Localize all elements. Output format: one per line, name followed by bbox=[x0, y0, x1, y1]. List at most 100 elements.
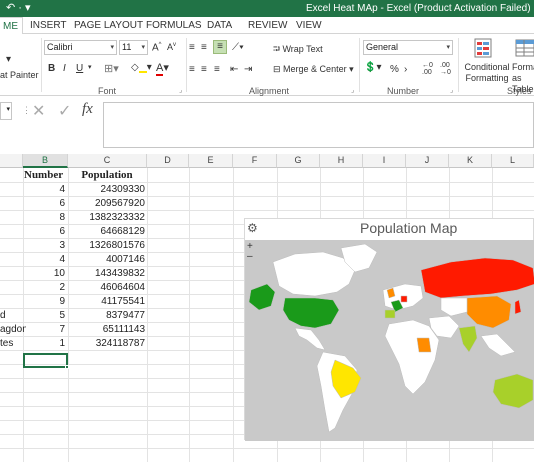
cell-population[interactable]: 64668129 bbox=[69, 225, 146, 238]
font-name-select[interactable]: Calibri ▾ bbox=[44, 40, 117, 55]
cell-number[interactable]: 1 bbox=[24, 337, 65, 350]
tab-data[interactable]: DATA bbox=[207, 20, 232, 31]
gear-icon[interactable]: ⚙ bbox=[247, 221, 258, 235]
shrink-font-icon[interactable]: Av bbox=[167, 42, 176, 52]
increase-decimal-icon[interactable]: ←0.00 bbox=[422, 62, 433, 76]
orientation-icon[interactable]: ⟋▾ bbox=[232, 42, 244, 53]
cell-country[interactable]: agdom bbox=[0, 323, 26, 336]
cell-country[interactable] bbox=[0, 253, 23, 266]
column-header-f[interactable]: F bbox=[233, 154, 277, 168]
font-color-icon[interactable]: A▾ bbox=[156, 61, 169, 76]
cell-country[interactable]: tes bbox=[0, 337, 23, 350]
cell-number[interactable]: 10 bbox=[24, 267, 65, 280]
align-center-icon[interactable]: ≡ bbox=[201, 64, 207, 75]
cell-number[interactable]: 9 bbox=[24, 295, 65, 308]
cell-country[interactable] bbox=[0, 239, 23, 252]
column-header-g[interactable]: G bbox=[277, 154, 320, 168]
cell-population[interactable]: 1382323332 bbox=[69, 211, 145, 224]
number-format-select[interactable]: General ▾ bbox=[363, 40, 453, 55]
cell-population[interactable]: 143439832 bbox=[69, 267, 145, 280]
merge-center-button[interactable]: ⊟ Merge & Center ▾ bbox=[273, 64, 354, 75]
increase-indent-icon[interactable]: ⇥ bbox=[244, 64, 252, 75]
cell-header-population[interactable]: Population bbox=[69, 169, 145, 182]
cell-number[interactable]: 2 bbox=[24, 281, 65, 294]
cell-country[interactable] bbox=[0, 183, 23, 196]
column-header-k[interactable]: K bbox=[449, 154, 492, 168]
tab-home[interactable]: ME bbox=[0, 17, 23, 35]
conditional-formatting-icon[interactable] bbox=[470, 38, 496, 58]
cell-country[interactable] bbox=[0, 225, 23, 238]
column-header-a[interactable] bbox=[0, 154, 23, 168]
world-map[interactable] bbox=[245, 240, 534, 441]
cell-country[interactable] bbox=[0, 281, 23, 294]
column-header-l[interactable]: L bbox=[492, 154, 534, 168]
cell-population[interactable]: 8379477 bbox=[69, 309, 145, 322]
zoom-out-button[interactable]: – bbox=[247, 251, 253, 262]
formula-input[interactable] bbox=[103, 102, 534, 148]
paste-arrow-icon[interactable]: ▾ bbox=[6, 54, 11, 65]
dialog-launcher-icon[interactable]: ⌟ bbox=[351, 86, 354, 94]
cell-number[interactable]: 4 bbox=[24, 183, 65, 196]
tab-page-layout[interactable]: PAGE LAYOUT bbox=[74, 20, 143, 31]
font-size-select[interactable]: 11 ▾ bbox=[119, 40, 148, 55]
currency-icon[interactable]: 💲▾ bbox=[364, 62, 381, 73]
cell-country[interactable] bbox=[0, 267, 23, 280]
cell-number[interactable]: 6 bbox=[24, 197, 65, 210]
insert-function-icon[interactable]: fx bbox=[82, 101, 93, 118]
column-header-c[interactable]: C bbox=[68, 154, 147, 168]
wrap-text-button[interactable]: ⮒ Wrap Text bbox=[273, 42, 323, 58]
cell-number[interactable]: 4 bbox=[24, 253, 65, 266]
cell-population[interactable]: 324118787 bbox=[69, 337, 145, 350]
tab-formulas[interactable]: FORMULAS bbox=[146, 20, 202, 31]
italic-button[interactable]: I bbox=[63, 63, 66, 74]
cell-population[interactable]: 46064604 bbox=[69, 281, 146, 294]
comma-style-button[interactable]: › bbox=[404, 64, 407, 75]
align-bottom-icon[interactable]: ≡ bbox=[213, 40, 227, 54]
cell-population[interactable]: 24309330 bbox=[69, 183, 146, 196]
cell-number[interactable]: 6 bbox=[24, 225, 65, 238]
decrease-decimal-icon[interactable]: .00 →0 bbox=[440, 62, 451, 76]
format-as-table-icon[interactable] bbox=[514, 38, 534, 58]
format-painter-button[interactable]: at Painter bbox=[0, 70, 39, 80]
enter-icon[interactable]: ✓ bbox=[58, 101, 71, 121]
cell-population[interactable]: 1326801576 bbox=[69, 239, 145, 252]
cell-header-number[interactable]: Number bbox=[24, 169, 68, 182]
dialog-launcher-icon[interactable]: ⌟ bbox=[179, 86, 182, 94]
cell-country[interactable] bbox=[0, 211, 23, 224]
percent-button[interactable]: % bbox=[390, 64, 399, 75]
fill-handle[interactable] bbox=[65, 365, 69, 369]
column-header-j[interactable]: J bbox=[406, 154, 449, 168]
cell-number[interactable]: 3 bbox=[24, 239, 65, 252]
cell-population[interactable]: 209567920 bbox=[69, 197, 145, 210]
cell-country[interactable]: d bbox=[0, 309, 23, 322]
conditional-formatting-button[interactable]: Conditional Formatting bbox=[461, 62, 513, 84]
cell-number[interactable]: 8 bbox=[24, 211, 65, 224]
cell-country[interactable] bbox=[0, 197, 23, 210]
column-header-d[interactable]: D bbox=[147, 154, 189, 168]
cell-population[interactable]: 4007146 bbox=[69, 253, 145, 266]
decrease-indent-icon[interactable]: ⇤ bbox=[230, 64, 238, 75]
tab-view[interactable]: VIEW bbox=[296, 20, 322, 31]
bold-button[interactable]: B bbox=[48, 63, 55, 74]
column-header-b[interactable]: B bbox=[23, 154, 68, 168]
cell-population[interactable]: 65111143 bbox=[69, 323, 145, 336]
cell-country[interactable] bbox=[0, 295, 23, 308]
chevron-down-icon[interactable]: ▾ bbox=[88, 63, 92, 71]
borders-icon[interactable]: ⊞▾ bbox=[104, 62, 119, 75]
tab-review[interactable]: REVIEW bbox=[248, 20, 287, 31]
column-header-e[interactable]: E bbox=[189, 154, 233, 168]
fill-color-icon[interactable]: ◇ ▾ bbox=[131, 62, 152, 73]
align-left-icon[interactable]: ≡ bbox=[189, 64, 195, 75]
cell-number[interactable]: 5 bbox=[24, 309, 65, 322]
cell-population[interactable]: 41175541 bbox=[69, 295, 145, 308]
underline-button[interactable]: U bbox=[76, 63, 83, 74]
name-box[interactable]: ▾ bbox=[0, 102, 12, 120]
column-header-i[interactable]: I bbox=[363, 154, 406, 168]
tab-insert[interactable]: INSERT bbox=[30, 20, 67, 31]
quick-access-toolbar[interactable]: ↶ · ▾ bbox=[6, 1, 31, 14]
cell-number[interactable]: 7 bbox=[24, 323, 65, 336]
align-right-icon[interactable]: ≡ bbox=[214, 64, 220, 75]
align-middle-icon[interactable]: ≡ bbox=[201, 42, 207, 53]
cancel-icon[interactable]: ✕ bbox=[32, 101, 45, 121]
column-header-h[interactable]: H bbox=[320, 154, 363, 168]
